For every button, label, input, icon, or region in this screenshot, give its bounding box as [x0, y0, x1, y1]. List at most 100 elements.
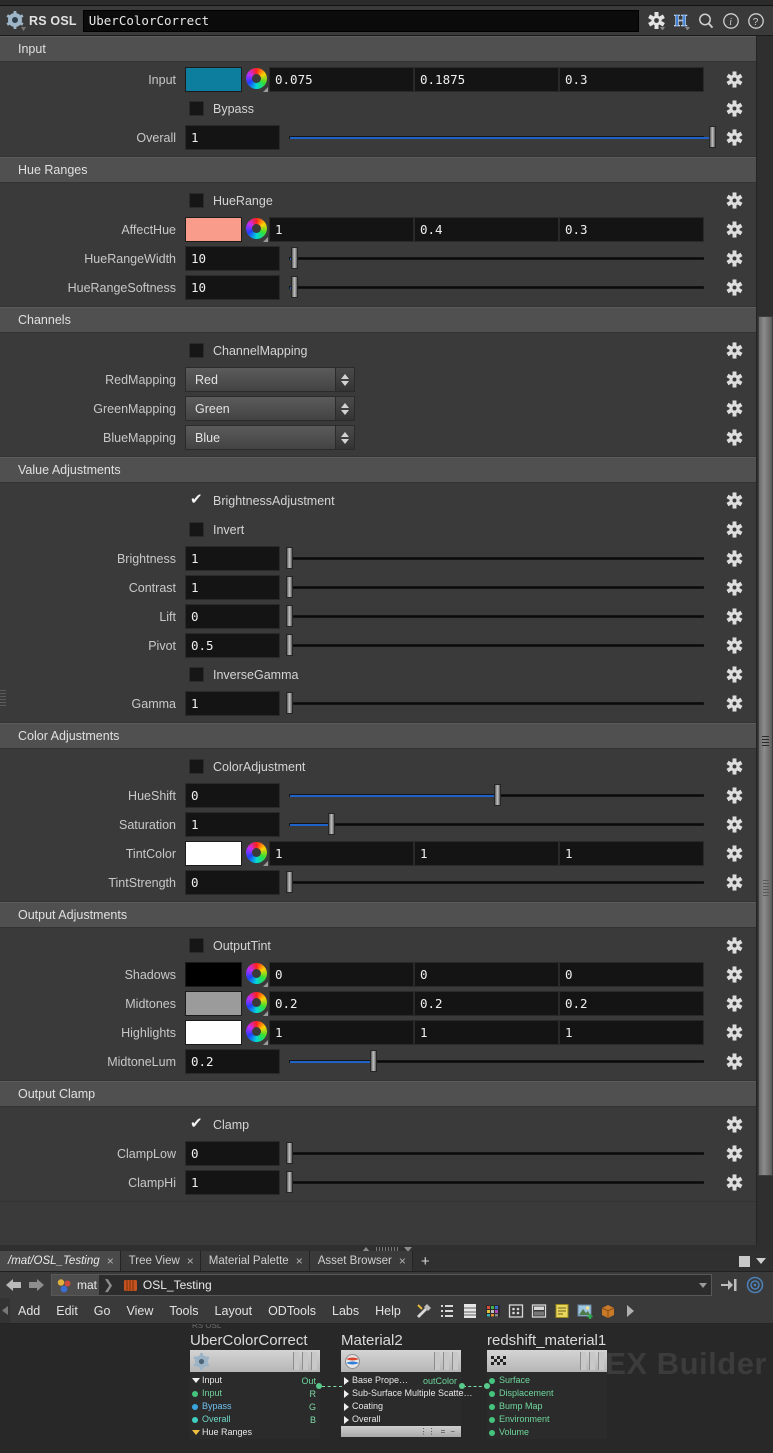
node-flags[interactable] — [580, 1352, 604, 1370]
color-wheel-icon[interactable] — [243, 217, 269, 243]
dropdown[interactable]: Red — [185, 367, 355, 392]
slider[interactable] — [282, 633, 708, 658]
expand-triangle-icon[interactable] — [344, 1415, 349, 1424]
forward-arrow-icon[interactable] — [25, 1274, 47, 1296]
scrollbar-thumb[interactable] — [758, 316, 773, 1176]
parameter-menu-gear-icon[interactable] — [712, 1174, 756, 1191]
target-icon[interactable] — [744, 1274, 766, 1296]
slider-value-field[interactable]: 0 — [185, 870, 280, 895]
palette-icon[interactable] — [483, 1301, 503, 1321]
slider[interactable] — [282, 691, 708, 716]
checkbox[interactable] — [189, 759, 204, 774]
add-tab-button[interactable]: + — [413, 1251, 438, 1271]
section-header-color-adjustments[interactable]: Color Adjustments — [0, 723, 756, 749]
parameter-menu-gear-icon[interactable] — [712, 1145, 756, 1162]
parameter-menu-gear-icon[interactable] — [712, 371, 756, 388]
pane-tab-3[interactable]: Asset Browser × — [309, 1251, 413, 1271]
parameter-menu-gear-icon[interactable] — [712, 71, 756, 88]
node-material2[interactable]: Material2 Base Prope… outColor Sub-Surfac… — [341, 1332, 473, 1437]
parameter-menu-gear-icon[interactable] — [712, 250, 756, 267]
expand-triangle-icon[interactable] — [344, 1376, 349, 1385]
slider-knob[interactable] — [286, 547, 294, 569]
parameter-menu-gear-icon[interactable] — [712, 100, 756, 117]
slider-value-field[interactable]: 1 — [185, 575, 280, 600]
network-path-field[interactable]: mat ❯ OSL_Testing — [51, 1274, 712, 1296]
color-wheel-icon[interactable] — [243, 1020, 269, 1046]
color-component-b[interactable]: 1 — [559, 841, 704, 866]
checkbox[interactable] — [189, 193, 204, 208]
stepper-arrows-icon[interactable] — [335, 426, 354, 449]
info-icon[interactable]: i — [720, 10, 742, 32]
pane-tab-0[interactable]: /mat/OSL_Testing × — [0, 1251, 121, 1271]
section-header-hue-ranges[interactable]: Hue Ranges — [0, 157, 756, 183]
menu-item-add[interactable]: Add — [10, 1298, 48, 1324]
color-component-g[interactable]: 0.2 — [414, 991, 559, 1016]
slider[interactable] — [282, 604, 708, 629]
color-component-r[interactable]: 1 — [269, 841, 414, 866]
stepper-arrows-icon[interactable] — [335, 368, 354, 391]
node-footer-bar[interactable]: ⋮⋮ = − — [341, 1426, 461, 1437]
pin-icon[interactable] — [718, 1274, 740, 1296]
slider-value-field[interactable]: 0 — [185, 604, 280, 629]
parameter-menu-gear-icon[interactable] — [712, 1116, 756, 1133]
color-swatch[interactable] — [185, 217, 242, 242]
parameter-menu-gear-icon[interactable] — [712, 342, 756, 359]
menu-left-scroll[interactable] — [0, 1298, 10, 1323]
slider-value-field[interactable]: 10 — [185, 275, 280, 300]
wrench-icon[interactable] — [414, 1301, 434, 1321]
node-body[interactable]: Base Prope… outColor Sub-Surface Multiple… — [341, 1350, 473, 1437]
parameter-menu-gear-icon[interactable] — [712, 608, 756, 625]
color-component-b[interactable]: 0 — [559, 962, 704, 987]
points-icon[interactable] — [506, 1301, 526, 1321]
slider-knob[interactable] — [286, 1171, 294, 1193]
slider-value-field[interactable]: 0.2 — [185, 1049, 280, 1074]
color-component-r[interactable]: 1 — [269, 217, 414, 242]
parameter-menu-gear-icon[interactable] — [712, 579, 756, 596]
node-body[interactable]: Surface Displacement Bump Map Environmen… — [487, 1350, 607, 1439]
more-arrow-icon[interactable] — [621, 1301, 641, 1321]
section-header-channels[interactable]: Channels — [0, 307, 756, 333]
color-wheel-icon[interactable] — [243, 962, 269, 988]
color-component-g[interactable]: 0 — [414, 962, 559, 987]
section-header-value-adjustments[interactable]: Value Adjustments — [0, 457, 756, 483]
slider[interactable] — [282, 575, 708, 600]
color-wheel-icon[interactable] — [243, 841, 269, 867]
color-swatch[interactable] — [185, 1020, 242, 1045]
parameter-scroll-area[interactable]: Input Input 0.075 0.1875 0.3 Bypass Overall 1 Hu… — [0, 36, 773, 1245]
color-component-b[interactable]: 1 — [559, 1020, 704, 1045]
parameter-menu-gear-icon[interactable] — [712, 637, 756, 654]
slider-value-field[interactable]: 0 — [185, 1141, 280, 1166]
section-header-output-adjustments[interactable]: Output Adjustments — [0, 902, 756, 928]
section-header-input[interactable]: Input — [0, 36, 756, 62]
breadcrumb-mat[interactable]: mat — [52, 1275, 100, 1295]
checkbox[interactable] — [189, 938, 204, 953]
slider-knob[interactable] — [286, 605, 294, 627]
box-icon[interactable] — [598, 1301, 618, 1321]
dropdown[interactable]: Green — [185, 396, 355, 421]
checkbox[interactable] — [189, 490, 204, 508]
slider-value-field[interactable]: 0 — [185, 783, 280, 808]
parameter-menu-gear-icon[interactable] — [712, 937, 756, 954]
color-component-g[interactable]: 0.4 — [414, 217, 559, 242]
parameter-menu-gear-icon[interactable] — [712, 550, 756, 567]
slider-knob[interactable] — [370, 1050, 378, 1072]
color-wheel-icon[interactable] — [243, 991, 269, 1017]
parameter-menu-gear-icon[interactable] — [712, 1024, 756, 1041]
parameter-menu-gear-icon[interactable] — [712, 521, 756, 538]
parameter-menu-gear-icon[interactable] — [712, 492, 756, 509]
parameter-menu-gear-icon[interactable] — [712, 192, 756, 209]
layout-icon[interactable] — [529, 1301, 549, 1321]
node-ubercolorcorrect[interactable]: RS OSL UberColorCorrect Input Out Input R … — [190, 1324, 320, 1439]
slider-knob[interactable] — [286, 871, 294, 893]
parameter-menu-gear-icon[interactable] — [712, 966, 756, 983]
checkbox[interactable] — [189, 522, 204, 537]
parameter-menu-gear-icon[interactable] — [712, 758, 756, 775]
sprocket-icon[interactable] — [645, 10, 667, 32]
slider-knob[interactable] — [286, 634, 294, 656]
slider-knob[interactable] — [286, 1142, 294, 1164]
color-swatch[interactable] — [185, 991, 242, 1016]
parameter-menu-gear-icon[interactable] — [712, 1053, 756, 1070]
parameter-menu-gear-icon[interactable] — [712, 400, 756, 417]
menu-item-view[interactable]: View — [118, 1298, 161, 1324]
slider-knob[interactable] — [493, 784, 501, 806]
